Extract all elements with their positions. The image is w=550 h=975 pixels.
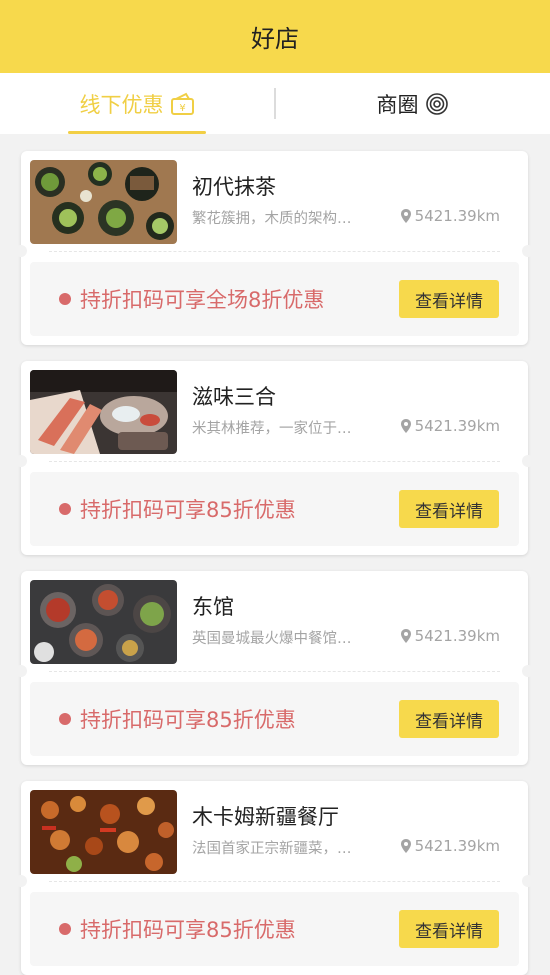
view-details-button[interactable]: 查看详情 — [399, 910, 499, 948]
offer-section: 持折扣码可享85折优惠 查看详情 — [30, 892, 519, 966]
card-separator — [49, 251, 500, 253]
offer-text: 持折扣码可享85折优惠 — [80, 498, 296, 522]
view-details-button[interactable]: 查看详情 — [399, 280, 499, 318]
wallet-icon: ¥ — [170, 91, 196, 117]
page-title: 好店 — [251, 25, 299, 53]
store-distance-value: 5421.39km — [414, 207, 500, 225]
store-thumbnail[interactable] — [30, 790, 177, 874]
store-distance: 5421.39km — [400, 837, 500, 855]
card-separator — [49, 671, 500, 673]
offer-text: 持折扣码可享85折优惠 — [80, 708, 296, 732]
offer-text: 持折扣码可享全场8折优惠 — [80, 288, 325, 312]
page-header: 好店 — [0, 0, 550, 73]
offer-section: 持折扣码可享85折优惠 查看详情 — [30, 472, 519, 546]
tab-offline-deals-label: 线下优惠 — [79, 92, 164, 117]
store-name: 初代抹茶 — [192, 175, 276, 199]
svg-text:¥: ¥ — [179, 103, 185, 114]
tab-business-district[interactable]: 商圈 — [275, 73, 550, 134]
offer-section: 持折扣码可享85折优惠 查看详情 — [30, 682, 519, 756]
store-distance: 5421.39km — [400, 627, 500, 645]
store-thumbnail[interactable] — [30, 580, 177, 664]
store-description: 繁花簇拥，木质的架构… — [192, 211, 352, 227]
store-distance-value: 5421.39km — [414, 417, 500, 435]
tab-offline-deals[interactable]: 线下优惠 ¥ — [0, 73, 275, 134]
location-pin-icon — [400, 209, 411, 223]
store-distance: 5421.39km — [400, 207, 500, 225]
store-card[interactable]: 木卡姆新疆餐厅 法国首家正宗新疆菜，… 5421.39km 持折扣码可享85折优… — [15, 781, 534, 975]
tab-bar: 线下优惠 ¥ 商圈 — [0, 73, 550, 134]
store-thumbnail[interactable] — [30, 370, 177, 454]
store-card[interactable]: 东馆 英国曼城最火爆中餐馆… 5421.39km 持折扣码可享85折优惠 查看详… — [15, 571, 534, 765]
offer-dot — [59, 923, 71, 935]
store-distance: 5421.39km — [400, 417, 500, 435]
store-thumbnail[interactable] — [30, 160, 177, 244]
view-details-button[interactable]: 查看详情 — [399, 700, 499, 738]
store-distance-value: 5421.39km — [414, 837, 500, 855]
store-name: 木卡姆新疆餐厅 — [192, 805, 339, 829]
offer-section: 持折扣码可享全场8折优惠 查看详情 — [30, 262, 519, 336]
tab-business-district-label: 商圈 — [376, 92, 419, 117]
offer-dot — [59, 713, 71, 725]
location-pin-icon — [400, 839, 411, 853]
store-description: 法国首家正宗新疆菜，… — [192, 841, 352, 857]
store-card[interactable]: 初代抹茶 繁花簇拥，木质的架构… 5421.39km 持折扣码可享全场8折优惠 … — [15, 151, 534, 345]
location-pin-icon — [400, 419, 411, 433]
store-list: 初代抹茶 繁花簇拥，木质的架构… 5421.39km 持折扣码可享全场8折优惠 … — [0, 134, 550, 975]
tab-divider — [274, 88, 276, 119]
target-icon — [425, 92, 449, 116]
offer-text: 持折扣码可享85折优惠 — [80, 918, 296, 942]
card-separator — [49, 881, 500, 883]
location-pin-icon — [400, 629, 411, 643]
offer-dot — [59, 503, 71, 515]
store-name: 东馆 — [192, 595, 234, 619]
offer-dot — [59, 293, 71, 305]
store-description: 米其林推荐，一家位于… — [192, 421, 352, 437]
store-description: 英国曼城最火爆中餐馆… — [192, 631, 352, 647]
store-card[interactable]: 滋味三合 米其林推荐，一家位于… 5421.39km 持折扣码可享85折优惠 查… — [15, 361, 534, 555]
store-name: 滋味三合 — [192, 385, 276, 409]
view-details-button[interactable]: 查看详情 — [399, 490, 499, 528]
card-separator — [49, 461, 500, 463]
store-distance-value: 5421.39km — [414, 627, 500, 645]
